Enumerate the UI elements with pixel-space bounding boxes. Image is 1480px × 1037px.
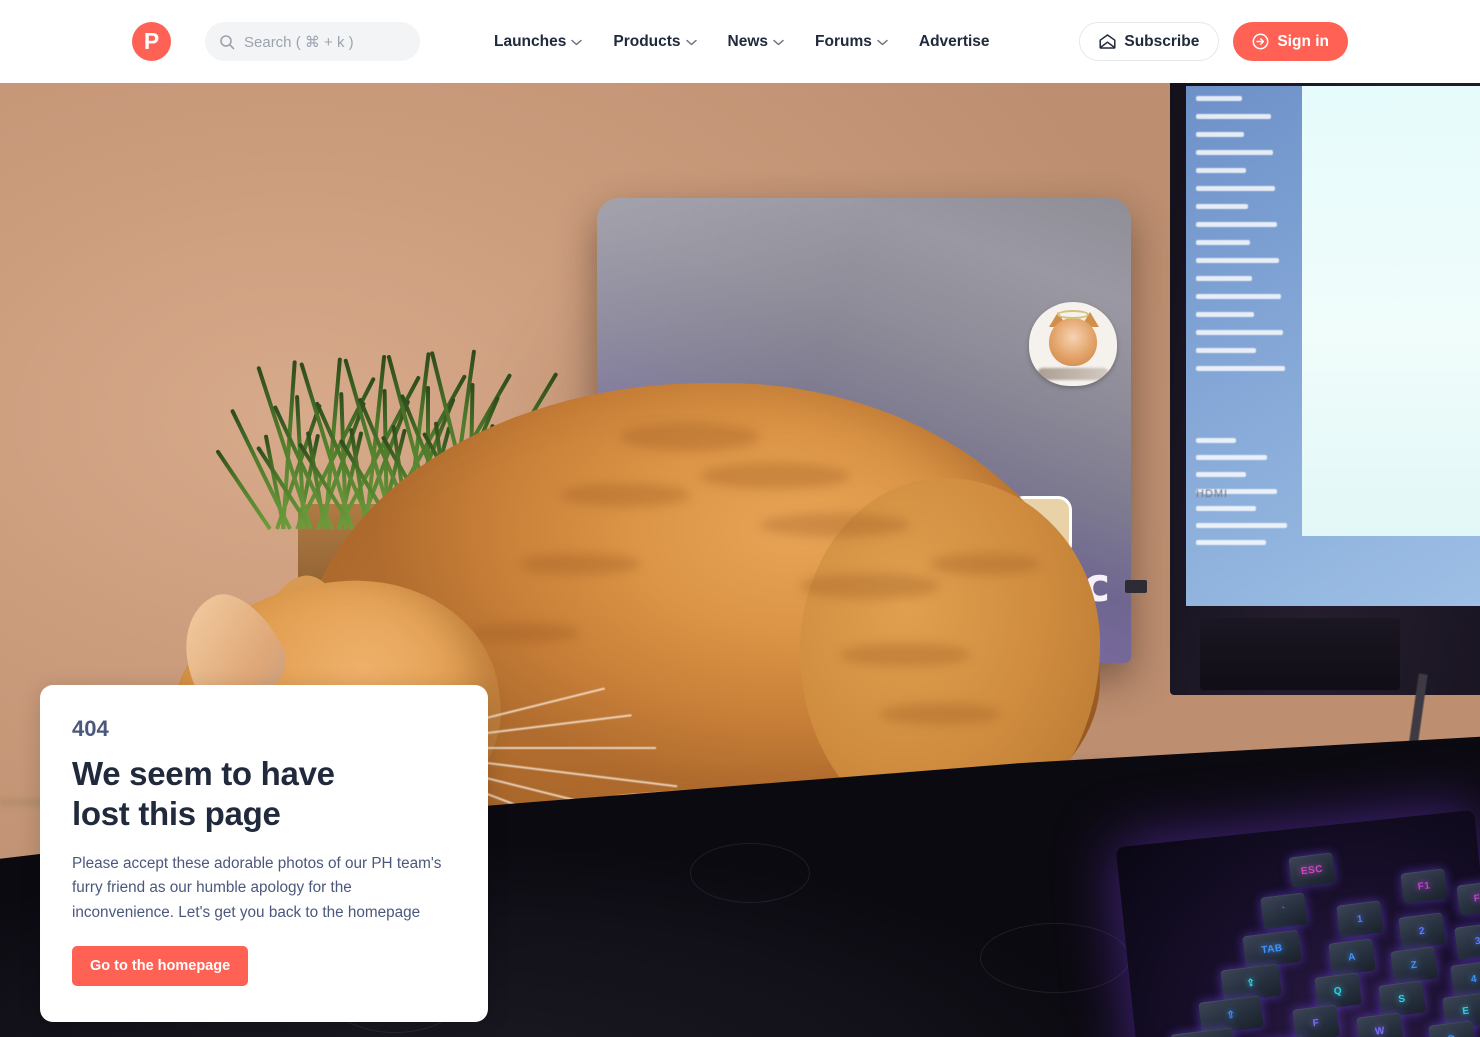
nav-item-forums[interactable]: Forums	[815, 33, 888, 51]
cat-stripe	[880, 703, 1000, 725]
keyboard-key: TAB	[1242, 929, 1302, 969]
keyboard-key: 1	[1336, 900, 1384, 938]
go-to-homepage-button[interactable]: Go to the homepage	[72, 945, 249, 986]
product-hunt-logo[interactable]: P	[132, 22, 171, 61]
monitor-ui-row	[1196, 506, 1256, 511]
nav-item-products[interactable]: Products	[613, 32, 697, 51]
cat-stripe	[470, 623, 580, 643]
page-root: HDMI ESC F1 F2 ` 1 2 3 TAB A Z 4 ⇪ Q S E…	[0, 0, 1480, 1037]
page-title-line-1: We seem to have	[72, 755, 335, 793]
search-input[interactable]: Search ( ⌘ + k )	[205, 22, 420, 61]
error-card: 404 We seem to have lost this page Pleas…	[40, 685, 488, 1022]
monitor-ui-row	[1196, 150, 1273, 155]
monitor-ui-row	[1196, 472, 1246, 477]
chevron-down-icon	[877, 39, 888, 46]
nav-label: Advertise	[918, 32, 990, 50]
nav-label: Products	[613, 32, 681, 50]
monitor-ui-row	[1196, 168, 1246, 173]
monitor-ui-row	[1196, 96, 1242, 101]
keyboard-key: Q	[1314, 972, 1362, 1010]
keyboard-key: `	[1260, 892, 1308, 930]
login-arrow-circle-icon	[1252, 33, 1269, 50]
keyboard-key: 2	[1398, 912, 1446, 950]
keyboard-key: F	[1292, 1004, 1340, 1037]
monitor-ui-row	[1196, 294, 1281, 299]
nav-label: Launches	[494, 32, 567, 50]
cat-stripe	[760, 513, 910, 537]
laptop-port	[1125, 580, 1147, 593]
envelope-open-icon	[1099, 34, 1116, 49]
keyboard-key: 4	[1450, 960, 1480, 998]
subscribe-label: Subscribe	[1124, 32, 1200, 50]
keyboard-key: ESC	[1288, 852, 1336, 888]
monitor-ui-row	[1196, 186, 1275, 191]
nav-label: Forums	[815, 32, 872, 50]
monitor-screen	[1186, 86, 1480, 606]
keyboard-key: W	[1356, 1012, 1404, 1037]
monitor-ui-row	[1196, 258, 1279, 263]
keyboard-key: Z	[1390, 946, 1438, 984]
monitor-ui-row	[1196, 455, 1267, 460]
mat-scratch	[980, 923, 1130, 993]
keyboard-key: 3	[1454, 922, 1480, 960]
keyboard-key: S	[1378, 980, 1426, 1018]
nav-label: News	[727, 32, 769, 50]
cat-stripe	[930, 553, 1040, 575]
monitor-ui-row	[1196, 222, 1277, 227]
cat-stripe	[560, 483, 690, 507]
search-placeholder: Search ( ⌘ + k )	[244, 33, 354, 51]
header-actions: Subscribe Sign in	[1079, 22, 1348, 61]
search-icon	[220, 34, 235, 49]
subscribe-button[interactable]: Subscribe	[1079, 22, 1220, 61]
keyboard-key: F1	[1400, 868, 1448, 904]
error-description: Please accept these adorable photos of o…	[72, 854, 442, 922]
chevron-down-icon	[773, 39, 784, 46]
page-title: We seem to have lost this page	[72, 754, 456, 835]
chevron-down-icon	[571, 39, 583, 46]
page-title-line-2: lost this page	[72, 795, 281, 833]
hdmi-label: HDMI	[1196, 488, 1229, 500]
cat-sticker	[1029, 302, 1117, 386]
mat-scratch	[690, 843, 810, 903]
error-code: 404	[72, 716, 109, 741]
site-header: P Search ( ⌘ + k ) Launches Products New…	[0, 0, 1480, 83]
sign-in-button[interactable]: Sign in	[1233, 22, 1348, 61]
cat-stripe	[520, 553, 640, 575]
monitor-ui-row	[1196, 312, 1254, 317]
nav-item-launches[interactable]: Launches	[494, 32, 583, 51]
monitor-ui-row	[1196, 276, 1252, 281]
keyboard-key: A	[1328, 938, 1376, 976]
computer-monitor: HDMI	[1170, 83, 1480, 695]
monitor-ui-row	[1196, 330, 1283, 335]
monitor-ui-row	[1196, 348, 1256, 353]
nav-item-news[interactable]: News	[728, 33, 785, 51]
keyboard-key: F2	[1456, 880, 1480, 916]
chevron-down-icon	[685, 39, 697, 46]
cat-stripe	[700, 463, 850, 489]
monitor-stand	[1200, 618, 1400, 690]
sign-in-label: Sign in	[1277, 32, 1329, 50]
monitor-ui-row	[1196, 240, 1250, 245]
monitor-ui-row	[1196, 132, 1244, 137]
monitor-ui-row	[1196, 523, 1287, 528]
monitor-canvas-panel	[1302, 86, 1480, 536]
monitor-ui-row	[1196, 540, 1266, 545]
cat-stripe	[620, 423, 760, 451]
monitor-ui-row	[1196, 438, 1236, 443]
cat-stripe	[800, 573, 940, 599]
main-nav: Launches Products News Forums Advertise	[494, 0, 990, 83]
monitor-ui-row	[1196, 114, 1271, 119]
cat-stripe	[840, 643, 970, 667]
nav-item-advertise[interactable]: Advertise	[919, 33, 990, 51]
monitor-ui-row	[1196, 204, 1248, 209]
monitor-ui-row	[1196, 366, 1285, 371]
